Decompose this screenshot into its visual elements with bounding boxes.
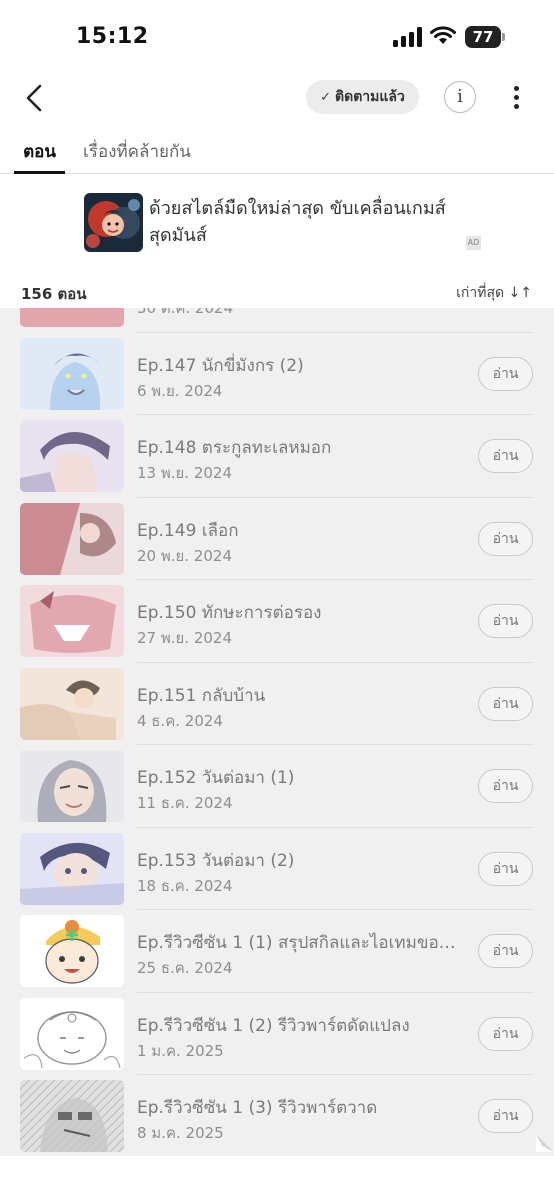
- following-label: ติดตามแล้ว: [335, 89, 405, 105]
- episode-title[interactable]: Ep.150 ทักษะการต่อรอง: [137, 599, 462, 626]
- episode-row[interactable]: Ep.152 วันต่อมา (1) 11 ธ.ค. 2024 อ่าน: [0, 745, 554, 828]
- episode-row[interactable]: Ep.รีวิวซีซัน 1 (1) สรุปสกิลและไอเทมของ.…: [0, 910, 554, 993]
- episode-thumbnail[interactable]: [20, 1080, 124, 1152]
- read-button[interactable]: อ่าน: [478, 1016, 533, 1051]
- episode-list-header: 156 ตอน เก่าที่สุด ↓↑: [0, 276, 554, 308]
- episode-thumbnail[interactable]: [20, 337, 124, 410]
- episode-title[interactable]: Ep.153 วันต่อมา (2): [137, 847, 462, 874]
- episode-thumbnail[interactable]: [20, 308, 124, 327]
- read-button[interactable]: อ่าน: [478, 356, 533, 391]
- episode-row[interactable]: Ep.151 กลับบ้าน 4 ธ.ค. 2024 อ่าน: [0, 663, 554, 746]
- episode-date: 30 ต.ค. 2024: [137, 308, 234, 317]
- episode-date: 13 พ.ย. 2024: [137, 464, 233, 482]
- episode-title[interactable]: Ep.149 เลือก: [137, 517, 462, 544]
- episode-row[interactable]: Ep.รีวิวซีซัน 1 (3) รีวิวพาร์ตวาด 8 ม.ค.…: [0, 1075, 554, 1156]
- status-time: 15:12: [76, 24, 149, 49]
- following-button[interactable]: ✓ ติดตามแล้ว: [306, 80, 419, 114]
- battery-cap: [502, 33, 505, 41]
- episode-title[interactable]: Ep.147 นักขี่มังกร (2): [137, 352, 462, 379]
- episode-thumbnail[interactable]: [20, 832, 124, 905]
- read-button[interactable]: อ่าน: [478, 1099, 533, 1133]
- episode-row[interactable]: Ep.147 นักขี่มังกร (2) 6 พ.ย. 2024 อ่าน: [0, 333, 554, 416]
- episode-date: 11 ธ.ค. 2024: [137, 794, 233, 812]
- episode-date: 27 พ.ย. 2024: [137, 629, 233, 647]
- episode-row[interactable]: Ep.148 ตระกูลทะเลหมอก 13 พ.ย. 2024 อ่าน: [0, 415, 554, 498]
- episode-date: 8 ม.ค. 2025: [137, 1124, 224, 1142]
- ad-banner[interactable]: ด้วยสไตล์มืดใหม่ล่าสุด ขับเคลื่อนเกมส์สุ…: [0, 175, 554, 271]
- tab-bar: ตอน เรื่องที่คล้ายกัน: [0, 128, 554, 174]
- wifi-icon: [430, 26, 456, 44]
- ad-badge: AD: [466, 236, 481, 250]
- episode-thumbnail[interactable]: [20, 915, 124, 987]
- episode-row[interactable]: Ep.รีวิวซีซัน 1 (2) รีวิวพาร์ตดัดแปลง 1 …: [0, 993, 554, 1076]
- info-button[interactable]: i: [444, 81, 476, 113]
- read-button[interactable]: อ่าน: [478, 934, 533, 968]
- ad-thumbnail[interactable]: [84, 193, 143, 252]
- episode-thumbnail[interactable]: [20, 667, 124, 740]
- read-button[interactable]: อ่าน: [478, 604, 533, 638]
- episode-date: 4 ธ.ค. 2024: [137, 711, 223, 730]
- read-button[interactable]: อ่าน: [478, 521, 533, 556]
- episode-thumbnail[interactable]: [20, 997, 124, 1070]
- read-button[interactable]: อ่าน: [478, 439, 533, 473]
- episode-date: 1 ม.ค. 2025: [137, 1041, 224, 1060]
- checkmark-icon: ✓: [320, 89, 332, 105]
- episode-date: 25 ธ.ค. 2024: [137, 959, 233, 977]
- read-button[interactable]: อ่าน: [478, 851, 533, 886]
- episode-title[interactable]: Ep.148 ตระกูลทะเลหมอก: [137, 434, 462, 461]
- episode-thumbnail[interactable]: [20, 585, 124, 657]
- status-bar: 15:12 77: [0, 0, 554, 72]
- tab-similar-stories[interactable]: เรื่องที่คล้ายกัน: [83, 138, 191, 174]
- battery-level: 77: [465, 26, 501, 48]
- episode-list[interactable]: Ep.146 30 ต.ค. 2024 อ่าน Ep.147 นักขี่มั…: [0, 308, 554, 1156]
- read-button[interactable]: อ่าน: [478, 686, 533, 721]
- episode-row[interactable]: Ep.146 30 ต.ค. 2024 อ่าน: [0, 308, 554, 333]
- tab-episodes[interactable]: ตอน: [14, 138, 65, 174]
- page-curl-icon: [536, 1134, 554, 1152]
- episode-row[interactable]: Ep.149 เลือก 20 พ.ย. 2024 อ่าน: [0, 498, 554, 581]
- episode-count: 156 ตอน: [21, 285, 87, 303]
- battery-indicator: 77: [465, 26, 505, 48]
- episode-title[interactable]: Ep.รีวิวซีซัน 1 (1) สรุปสกิลและไอเทมของ.…: [137, 929, 462, 956]
- read-button[interactable]: อ่าน: [478, 769, 533, 803]
- episode-date: 18 ธ.ค. 2024: [137, 876, 233, 895]
- ad-text[interactable]: ด้วยสไตล์มืดใหม่ล่าสุด ขับเคลื่อนเกมส์สุ…: [149, 195, 449, 249]
- episode-thumbnail[interactable]: [20, 420, 124, 492]
- episode-title[interactable]: Ep.152 วันต่อมา (1): [137, 764, 462, 791]
- episode-thumbnail[interactable]: [20, 750, 124, 822]
- cellular-signal-icon: [393, 27, 422, 47]
- episode-row[interactable]: Ep.153 วันต่อมา (2) 18 ธ.ค. 2024 อ่าน: [0, 828, 554, 911]
- episode-date: 20 พ.ย. 2024: [137, 546, 233, 565]
- episode-title[interactable]: Ep.รีวิวซีซัน 1 (2) รีวิวพาร์ตดัดแปลง: [137, 1012, 462, 1039]
- episode-title[interactable]: Ep.151 กลับบ้าน: [137, 682, 462, 709]
- episode-title[interactable]: Ep.รีวิวซีซัน 1 (3) รีวิวพาร์ตวาด: [137, 1094, 462, 1121]
- sort-button[interactable]: เก่าที่สุด ↓↑: [456, 282, 532, 304]
- nav-bar: ✓ ติดตามแล้ว i: [0, 72, 554, 124]
- more-options-icon[interactable]: [506, 82, 528, 114]
- episode-date: 6 พ.ย. 2024: [137, 381, 223, 400]
- episode-thumbnail[interactable]: [20, 502, 124, 575]
- episode-row[interactable]: Ep.150 ทักษะการต่อรอง 27 พ.ย. 2024 อ่าน: [0, 580, 554, 663]
- back-icon[interactable]: [20, 80, 50, 116]
